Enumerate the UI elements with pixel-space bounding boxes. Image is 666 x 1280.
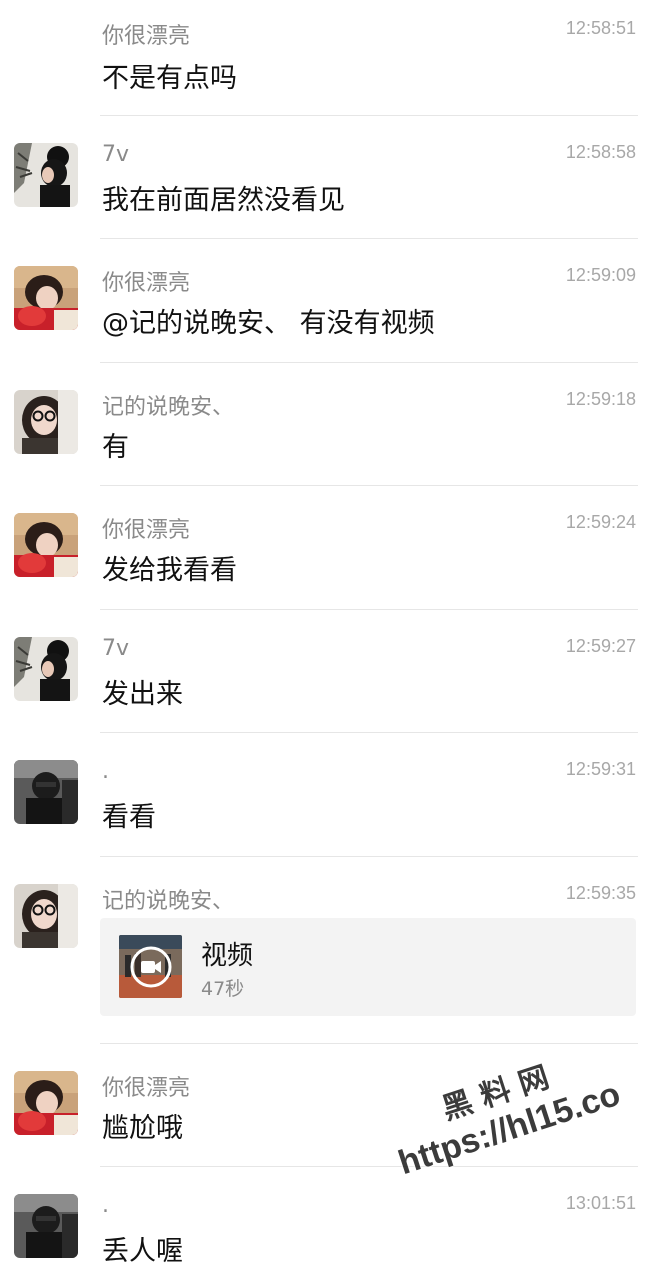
video-camera-icon [130,946,172,988]
message-text[interactable]: 尴尬哦 [102,1106,183,1145]
message-time: 12:59:18 [565,389,636,409]
message-text[interactable]: 我在前面居然没看见 [102,178,345,217]
video-message-card[interactable]: 视频 47秒 [100,918,636,1016]
message-text[interactable]: 发出来 [102,672,183,711]
message-time: 12:59:24 [565,512,636,532]
divider [100,115,638,116]
sender-name[interactable]: . [102,759,109,784]
sender-name[interactable]: 7v [102,142,129,167]
girl-glasses-icon[interactable] [14,884,78,948]
sender-name[interactable]: 你很漂亮 [102,512,190,544]
video-title: 视频 [201,941,254,971]
divider [100,856,638,857]
sender-name[interactable]: 记的说晚安、 [102,389,234,421]
message-time: 12:58:51 [565,18,636,38]
divider [100,732,638,733]
sender-name[interactable]: 你很漂亮 [102,1070,190,1102]
message-time: 12:59:31 [565,759,636,779]
girl-red-icon[interactable] [14,1071,78,1135]
divider [100,1043,638,1044]
dark-person-icon[interactable] [14,760,78,824]
sender-name[interactable]: 7v [102,636,129,661]
divider [100,609,638,610]
divider [100,238,638,239]
sender-name[interactable]: 你很漂亮 [102,265,190,297]
divider [100,1166,638,1167]
sender-name[interactable]: 你很漂亮 [102,18,190,50]
girl-glasses-icon[interactable] [14,390,78,454]
divider [100,485,638,486]
message-time: 12:58:58 [565,142,636,162]
message-text[interactable]: 丢人喔 [102,1229,183,1268]
video-duration: 47秒 [201,978,245,1000]
message-text[interactable]: @记的说晚安、 有没有视频 [102,301,435,340]
message-text[interactable]: 有 [102,425,129,464]
message-time: 12:59:27 [565,636,636,656]
message-time: 13:01:51 [565,1193,636,1213]
chat-message-list[interactable]: 你很漂亮 12:58:51 不是有点吗 7v 12:58:58 我在前面居然没看… [0,0,666,1280]
girl-red-icon[interactable] [14,266,78,330]
girl-bun-icon[interactable] [14,143,78,207]
sender-name[interactable]: 记的说晚安、 [102,883,234,915]
girl-red-icon[interactable] [14,513,78,577]
message-time: 12:59:09 [565,265,636,285]
sender-name[interactable]: . [102,1193,109,1218]
message-text[interactable]: 发给我看看 [102,548,237,587]
message-text[interactable]: 看看 [102,795,156,834]
message-text[interactable]: 不是有点吗 [102,56,237,95]
dark-person-icon[interactable] [14,1194,78,1258]
divider [100,362,638,363]
message-time: 12:59:35 [565,883,636,903]
girl-bun-icon[interactable] [14,637,78,701]
